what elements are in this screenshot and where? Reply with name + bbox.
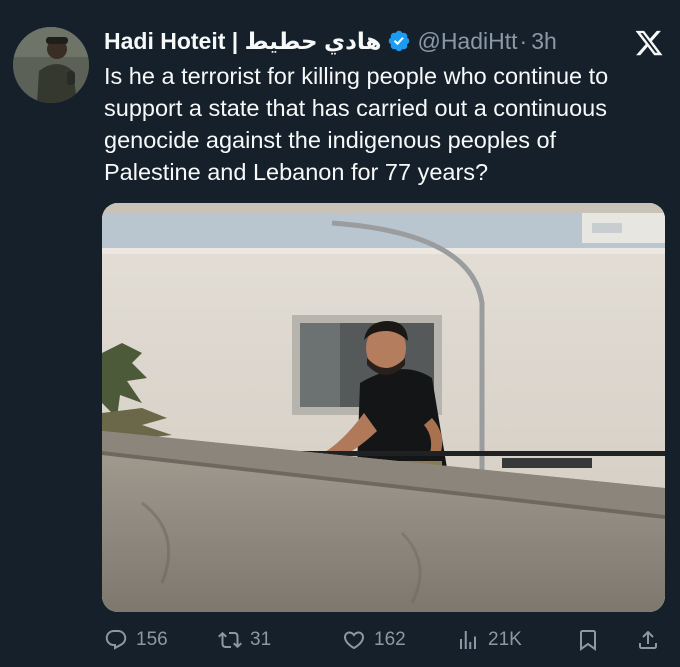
timestamp[interactable]: 3h [531, 24, 557, 58]
meta-separator: · [519, 28, 528, 54]
tweet-header: Hadi Hoteit | هادي حطيط @HadiHtt · 3h [104, 24, 557, 58]
tweet-text-line: support a state that has carried out a c… [104, 95, 607, 121]
verified-badge-icon [389, 30, 410, 52]
views-button[interactable]: 21K [456, 620, 522, 660]
like-count: 162 [374, 629, 406, 650]
like-button[interactable]: 162 [342, 620, 406, 660]
repost-button[interactable]: 31 [218, 620, 271, 660]
share-icon [639, 630, 657, 649]
bookmark-icon [580, 630, 596, 651]
reply-count: 156 [136, 629, 168, 650]
display-name[interactable]: Hadi Hoteit | هادي حطيط [104, 24, 381, 58]
heart-icon [343, 631, 365, 650]
avatar-image [13, 27, 89, 103]
tweet-actions: 156 31 162 21K [104, 620, 664, 660]
views-count: 21K [488, 629, 522, 650]
reply-icon [105, 630, 127, 650]
tweet-text-line: Is he a terrorist for killing people who… [104, 63, 609, 89]
tweet-photo[interactable] [102, 203, 665, 612]
tweet-text-line: Palestine and Lebanon for 77 years? [104, 159, 489, 185]
avatar[interactable] [13, 27, 89, 103]
tweet-text: Is he a terrorist for killing people who… [104, 60, 664, 188]
user-handle[interactable]: @HadiHtt [417, 24, 517, 58]
reply-button[interactable]: 156 [104, 620, 168, 660]
repost-icon [218, 631, 242, 649]
views-chart-icon [460, 631, 476, 649]
tweet-text-line: genocide against the indigenous peoples … [104, 127, 557, 153]
repost-count: 31 [250, 629, 272, 650]
bookmark-button[interactable] [576, 620, 600, 660]
photo-image [102, 203, 665, 612]
share-button[interactable] [636, 620, 660, 660]
x-logo-icon [635, 30, 663, 56]
